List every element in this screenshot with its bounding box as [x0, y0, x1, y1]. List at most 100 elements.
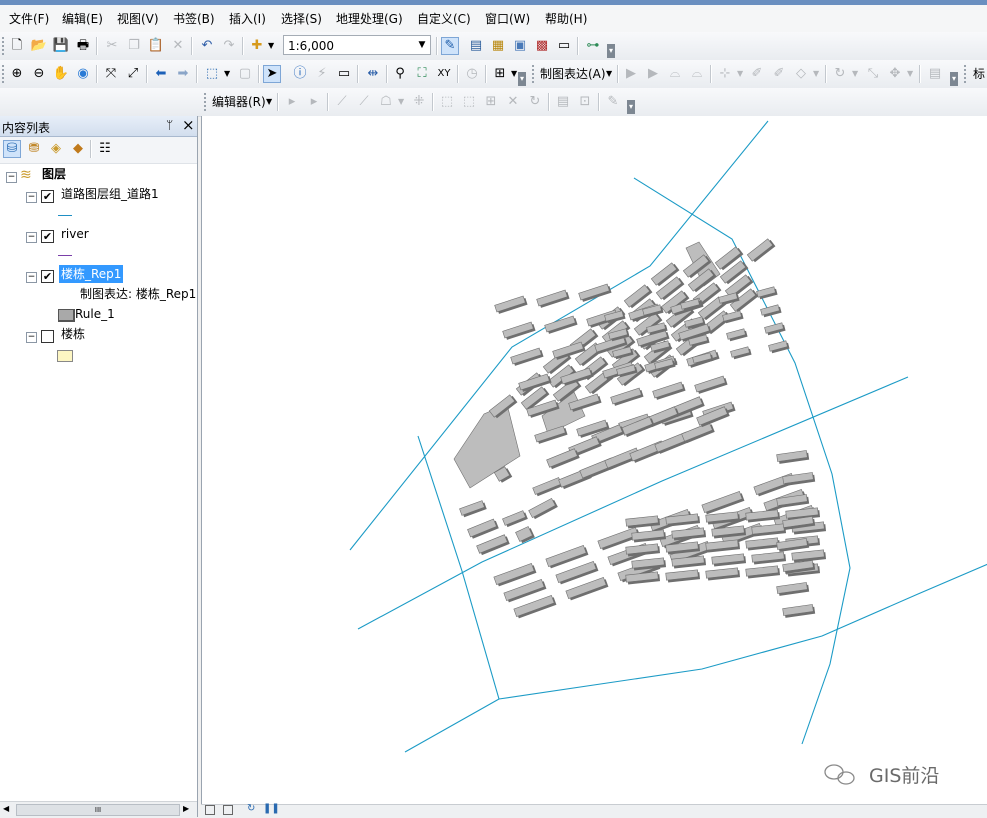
straight-segment-icon[interactable]: ⟋: [333, 93, 351, 111]
list-by-drawing-order-icon[interactable]: ⛁: [3, 140, 21, 158]
python-icon[interactable]: ▭: [555, 37, 573, 55]
menu-view[interactable]: 视图(V): [114, 10, 162, 28]
pin-icon[interactable]: ᛘ: [166, 118, 173, 132]
menu-geoprocessing[interactable]: 地理处理(G): [333, 10, 406, 28]
identify-icon[interactable]: ⓘ: [291, 65, 309, 83]
representation-menu[interactable]: 制图表达(A): [540, 67, 606, 81]
menu-insert[interactable]: 插入(I): [226, 10, 269, 28]
toolbar-grip[interactable]: [964, 65, 968, 83]
menu-edit[interactable]: 编辑(E): [59, 10, 106, 28]
move-icon[interactable]: ✥: [886, 65, 904, 83]
new-icon[interactable]: 🗋: [8, 37, 26, 55]
menu-help[interactable]: 帮助(H): [542, 10, 590, 28]
fixed-zoom-out-icon[interactable]: ⤢: [124, 65, 142, 83]
add-data-icon[interactable]: ✚: [248, 37, 266, 55]
cut-icon[interactable]: ✂: [103, 37, 121, 55]
editor-menu[interactable]: 编辑器(R): [212, 95, 266, 109]
list-by-visibility-icon[interactable]: ◈: [47, 140, 65, 158]
goto-xy-icon[interactable]: XY: [435, 65, 453, 83]
end-point-arc-icon[interactable]: ⟋: [355, 93, 373, 111]
edit-annotation-icon[interactable]: ▸: [305, 93, 323, 111]
edit-tool-icon[interactable]: ▸: [283, 93, 301, 111]
find-icon[interactable]: ⚲: [391, 65, 409, 83]
undo-icon[interactable]: ↶: [198, 37, 216, 55]
zoom-out-icon[interactable]: ⊖: [30, 65, 48, 83]
attributes-icon[interactable]: ▤: [554, 93, 572, 111]
viewer-icon[interactable]: ⊞: [491, 65, 509, 83]
time-slider-icon[interactable]: ◷: [463, 65, 481, 83]
clear-selection-icon[interactable]: ▢: [236, 65, 254, 83]
rep-properties-icon[interactable]: ▤: [926, 65, 944, 83]
redo-icon[interactable]: ↷: [220, 37, 238, 55]
collapse-icon[interactable]: −: [6, 172, 17, 183]
toolbar-overflow-icon[interactable]: ▾: [518, 72, 526, 86]
trace-icon[interactable]: ☖: [377, 93, 395, 111]
search-window-icon[interactable]: ▣: [511, 37, 529, 55]
effect-icon[interactable]: ◇: [792, 65, 810, 83]
html-popup-icon[interactable]: ▭: [335, 65, 353, 83]
toolbar-overflow-icon[interactable]: ▾: [607, 44, 615, 58]
pause-drawing-icon[interactable]: ❚❚: [263, 803, 280, 814]
toolbar-grip[interactable]: [532, 65, 536, 83]
draw-icon[interactable]: ✐: [748, 65, 766, 83]
collapse-icon[interactable]: −: [26, 332, 37, 343]
measure-icon[interactable]: ⇹: [364, 65, 382, 83]
sketch-properties-icon[interactable]: ⊡: [576, 93, 594, 111]
print-icon[interactable]: 🖶: [74, 37, 92, 55]
collapse-icon[interactable]: −: [26, 192, 37, 203]
layer-name-selected[interactable]: 楼栋_Rep1: [59, 265, 124, 283]
arctoolbox-icon[interactable]: ▩: [533, 37, 551, 55]
chevron-down-icon[interactable]: ▼: [268, 41, 274, 50]
scroll-right-icon[interactable]: ▶: [183, 804, 189, 813]
collapse-icon[interactable]: −: [26, 272, 37, 283]
zoom-in-icon[interactable]: ⊕: [8, 65, 26, 83]
rotate-edit-icon[interactable]: ↻: [526, 93, 544, 111]
chevron-down-icon[interactable]: ▼: [398, 97, 404, 106]
resize-icon[interactable]: ⤡: [864, 65, 882, 83]
layer-name[interactable]: 楼栋: [61, 325, 85, 343]
menu-bookmarks[interactable]: 书签(B): [170, 10, 218, 28]
overflow-toolbar-label[interactable]: 标: [973, 67, 985, 81]
close-icon[interactable]: ×: [182, 116, 195, 134]
pan-icon[interactable]: ✋: [52, 65, 70, 83]
map-view[interactable]: GIS前沿: [201, 116, 987, 804]
menu-customize[interactable]: 自定义(C): [414, 10, 474, 28]
scroll-left-icon[interactable]: ◀: [3, 804, 9, 813]
representation-select-icon[interactable]: ▶: [622, 65, 640, 83]
toolbar-overflow-icon[interactable]: ▾: [627, 100, 635, 114]
chevron-down-icon[interactable]: ▼: [266, 97, 272, 106]
reshape-icon[interactable]: ⬚: [460, 93, 478, 111]
cut-polygons-icon[interactable]: ⊞: [482, 93, 500, 111]
copy-icon[interactable]: ❐: [125, 37, 143, 55]
fixed-zoom-in-icon[interactable]: ⤧: [102, 65, 120, 83]
hyperlink-icon[interactable]: ⚡: [313, 65, 331, 83]
table-of-contents-icon[interactable]: ▤: [467, 37, 485, 55]
chevron-down-icon[interactable]: ▼: [606, 69, 612, 78]
list-by-selection-icon[interactable]: ◆: [69, 140, 87, 158]
create-features-icon[interactable]: ✎: [604, 93, 622, 111]
rotate-icon[interactable]: ↻: [831, 65, 849, 83]
layer-name[interactable]: 道路图层组_道路1: [61, 185, 159, 203]
data-view-icon[interactable]: [205, 805, 215, 815]
select-features-icon[interactable]: ⬚: [203, 65, 221, 83]
back-icon[interactable]: ⬅: [152, 65, 170, 83]
refresh-icon[interactable]: ↻: [247, 803, 255, 814]
chevron-down-icon[interactable]: ▼: [414, 36, 430, 54]
chevron-down-icon[interactable]: ▼: [737, 69, 743, 78]
direct-select-icon[interactable]: ▶: [644, 65, 662, 83]
erase-icon[interactable]: ✐: [770, 65, 788, 83]
chevron-down-icon[interactable]: ▼: [907, 69, 913, 78]
chevron-down-icon[interactable]: ▼: [511, 69, 517, 78]
toolbar-overflow-icon[interactable]: ▾: [950, 72, 958, 86]
lasso-direct-icon[interactable]: ⌓: [688, 65, 706, 83]
options-icon[interactable]: ☷: [96, 140, 114, 158]
menu-file[interactable]: 文件(F): [6, 10, 52, 28]
lasso-select-icon[interactable]: ⌓: [666, 65, 684, 83]
menu-selection[interactable]: 选择(S): [278, 10, 325, 28]
model-icon[interactable]: ⊶: [584, 37, 602, 55]
layers-root-label[interactable]: 图层: [42, 165, 66, 183]
free-rep-icon[interactable]: ⊹: [716, 65, 734, 83]
scroll-thumb[interactable]: III: [16, 804, 180, 816]
menu-windows[interactable]: 窗口(W): [482, 10, 533, 28]
delete-icon[interactable]: ✕: [169, 37, 187, 55]
